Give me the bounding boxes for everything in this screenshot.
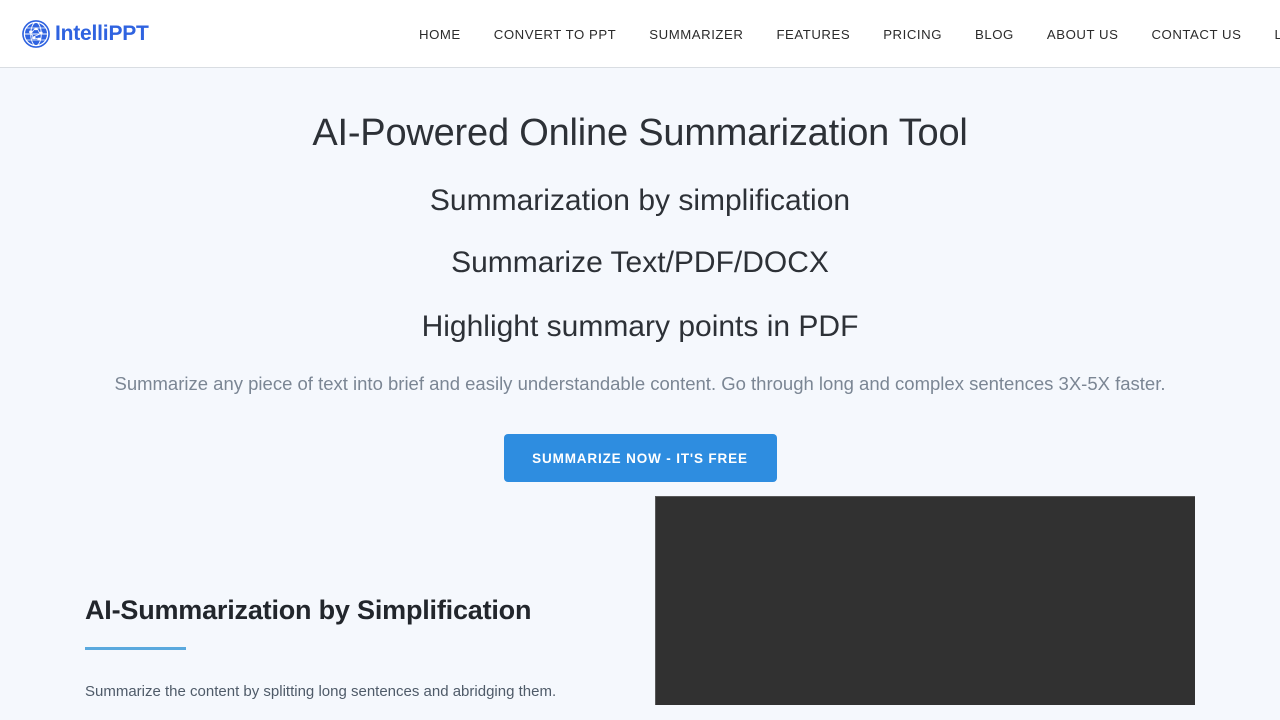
feature-underline-rule [85,647,186,651]
feature-section: AI-Summarization by Simplification Summa… [0,496,1280,705]
feature-paragraph: Summarize the content by splitting long … [85,683,557,701]
feature-heading: AI-Summarization by Simplification [85,595,532,625]
nav-item-about-us[interactable]: ABOUT US [1047,21,1119,48]
site-header: IntelliPPT HOME CONVERT TO PPT SUMMARIZE… [0,0,1280,68]
hero-subtitle-3: Highlight summary points in PDF [421,309,859,343]
nav-item-blog[interactable]: BLOG [975,21,1014,48]
brand-name: IntelliPPT [55,22,149,45]
hero-subtitle-2: Summarize Text/PDF/DOCX [451,246,829,280]
hero-description: Summarize any piece of text into brief a… [114,373,1166,394]
nav-item-home[interactable]: HOME [419,21,461,48]
main-navigation: HOME CONVERT TO PPT SUMMARIZER FEATURES … [419,0,1280,68]
nav-item-contact-us[interactable]: CONTACT US [1151,21,1241,48]
page-title: AI-Powered Online Summarization Tool [312,112,968,154]
hero-subtitle-1: Summarization by simplification [429,183,851,217]
nav-item-summarizer[interactable]: SUMMARIZER [649,21,743,48]
cta-container: SUMMARIZE NOW - IT'S FREE [0,434,1280,482]
nav-item-pricing[interactable]: PRICING [883,21,942,48]
feature-text-block: AI-Summarization by Simplification Summa… [85,594,625,703]
nav-item-login[interactable]: LOGIN [1274,21,1280,48]
summarize-now-button[interactable]: SUMMARIZE NOW - IT'S FREE [503,434,777,482]
globe-network-icon [22,19,50,48]
hero-section: AI-Powered Online Summarization Tool Sum… [0,68,1280,482]
nav-item-features[interactable]: FEATURES [776,21,850,48]
brand-logo-link[interactable]: IntelliPPT [21,19,149,49]
nav-item-convert-to-ppt[interactable]: CONVERT TO PPT [494,21,617,48]
feature-video-player[interactable] [655,496,1195,705]
